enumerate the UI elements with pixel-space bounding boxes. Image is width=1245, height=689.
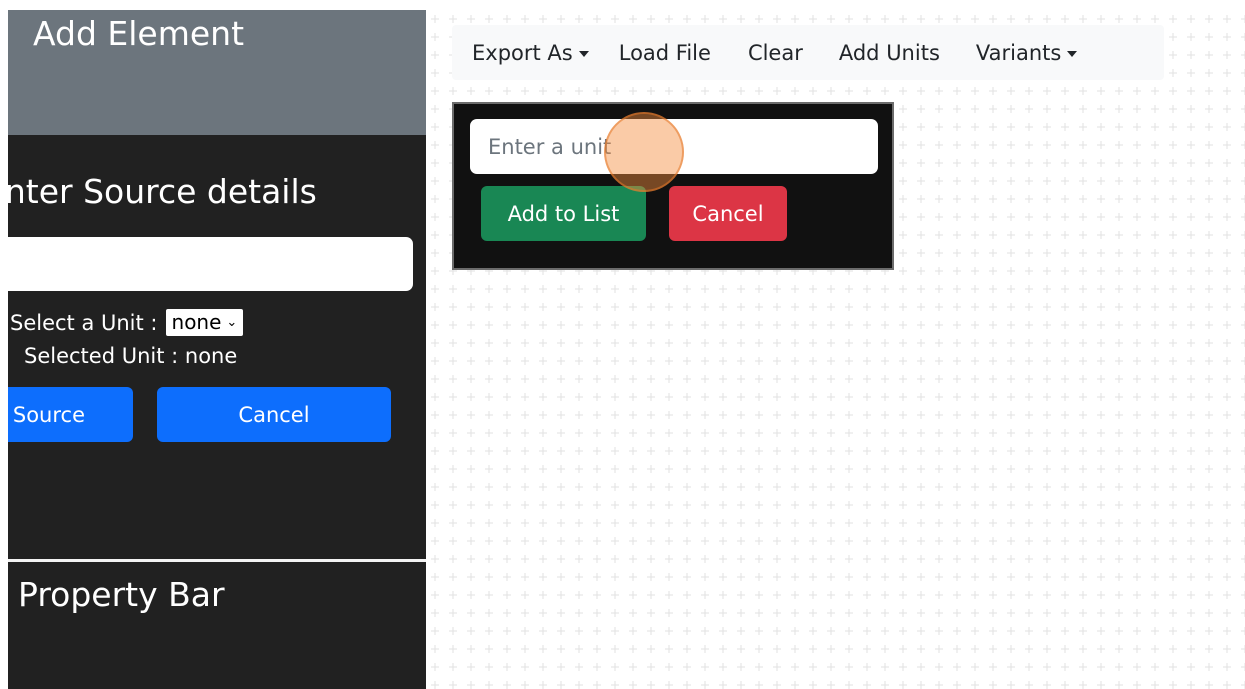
variants-dropdown[interactable]: Variants <box>975 40 1078 65</box>
unit-cancel-button[interactable]: Cancel <box>669 186 787 241</box>
load-file-button[interactable]: Load File <box>619 41 711 65</box>
add-to-list-button[interactable]: Add to List <box>481 186 646 241</box>
unit-name-input[interactable] <box>470 119 878 174</box>
source-name-input[interactable] <box>8 237 413 291</box>
source-cancel-button[interactable]: Cancel <box>157 387 391 442</box>
add-unit-popup: Add to List Cancel <box>452 102 894 270</box>
unit-select-value: none <box>171 310 222 334</box>
panel-divider <box>8 559 426 562</box>
clear-button[interactable]: Clear <box>748 41 803 65</box>
caret-down-icon <box>1067 50 1078 57</box>
export-as-dropdown[interactable]: Export As <box>472 41 589 65</box>
diagram-canvas[interactable]: Export As Load File Clear Add Units Vari… <box>426 10 1245 689</box>
top-toolbar: Export As Load File Clear Add Units Vari… <box>452 25 1164 80</box>
app-frame: Add Element Enter Source details Select … <box>8 10 1245 689</box>
variants-label: Variants <box>975 40 1062 65</box>
unit-select[interactable]: none ⌄ <box>165 309 244 336</box>
add-units-button[interactable]: Add Units <box>839 41 940 65</box>
export-as-label: Export As <box>472 40 573 65</box>
chevron-down-icon: ⌄ <box>226 314 238 330</box>
unit-select-label: Select a Unit : <box>10 310 158 335</box>
unit-select-row: Select a Unit : none ⌄ <box>10 309 244 336</box>
add-element-header: Add Element <box>8 10 426 135</box>
selected-unit-text: Selected Unit : none <box>24 344 238 368</box>
property-bar-title: Property Bar <box>18 575 225 614</box>
add-element-title: Add Element <box>33 14 245 53</box>
caret-down-icon <box>578 50 589 57</box>
left-panel: Add Element Enter Source details Select … <box>8 10 426 689</box>
add-source-button[interactable]: Add Source <box>8 387 133 442</box>
source-details-title: Enter Source details <box>8 172 317 211</box>
